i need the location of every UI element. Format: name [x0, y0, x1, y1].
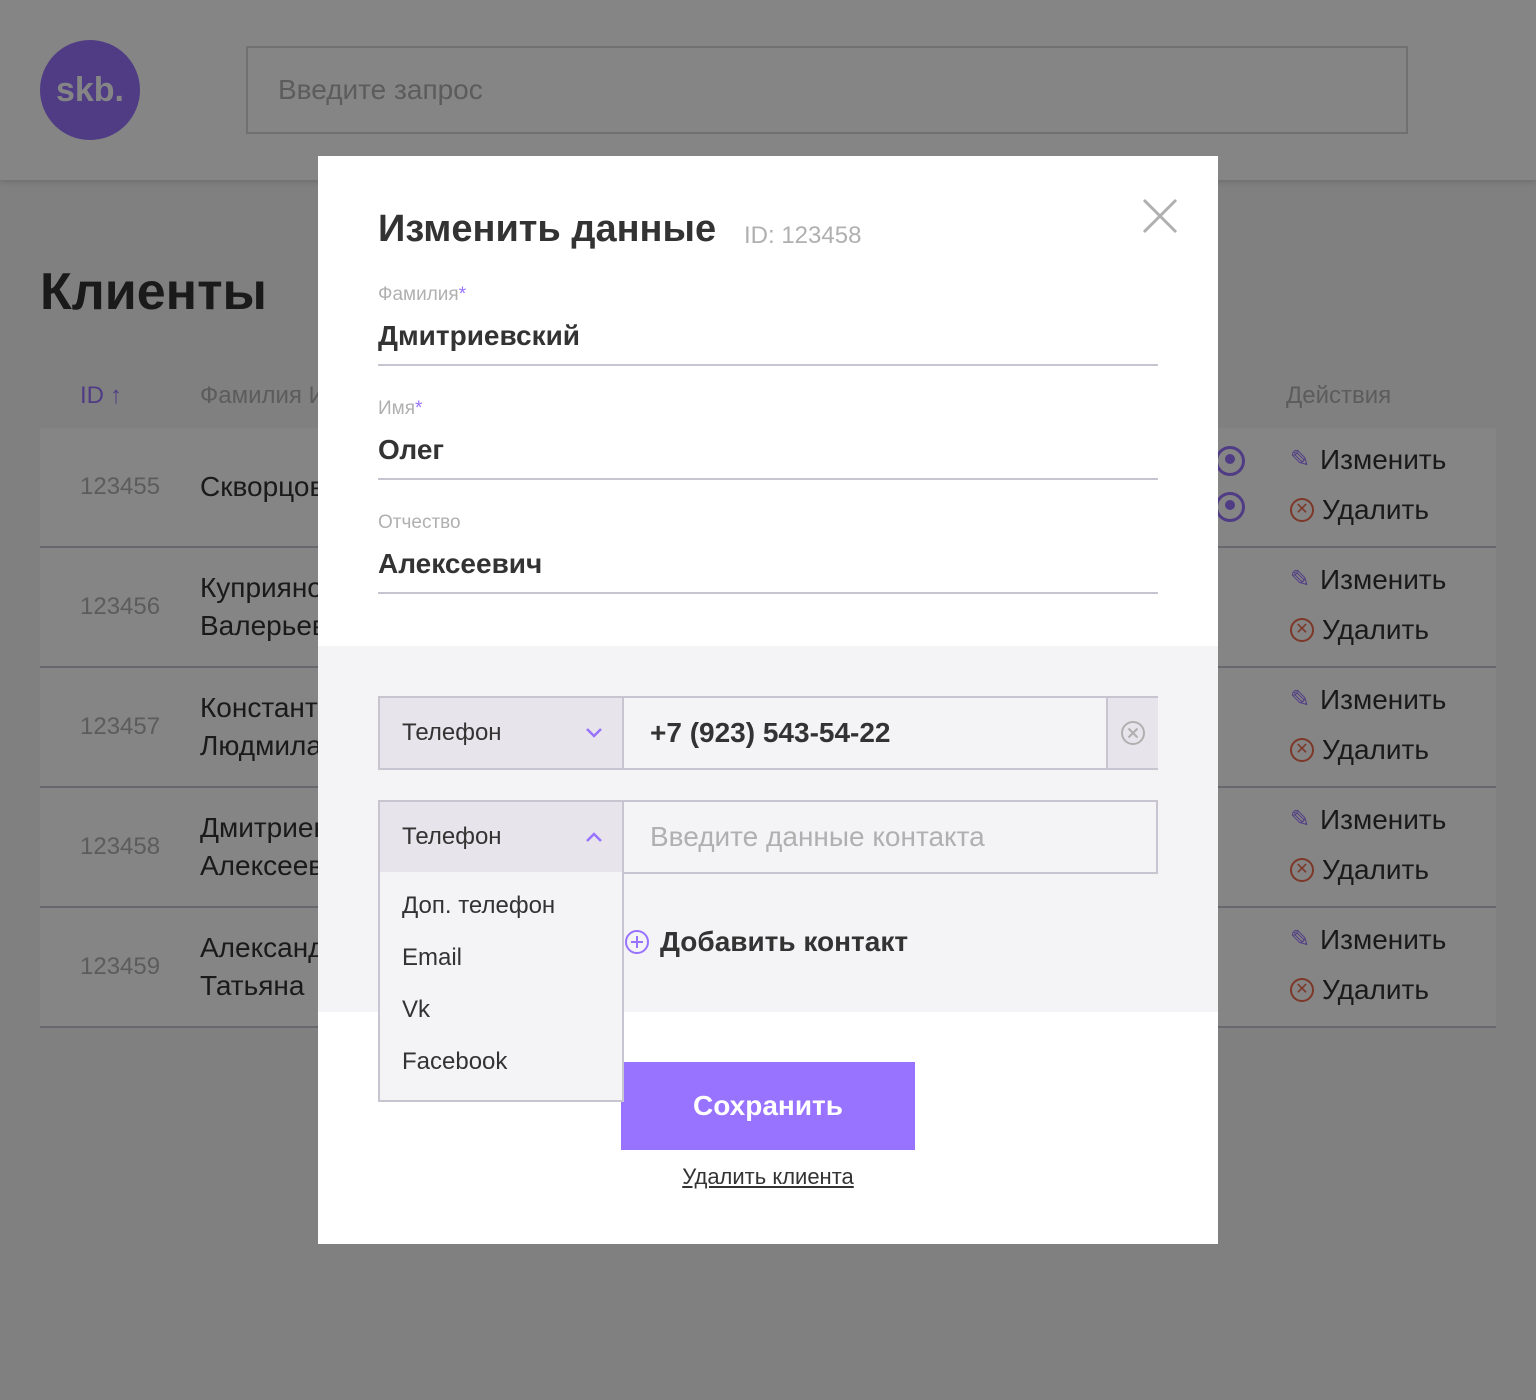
contact-type-select[interactable]: Телефон — [380, 802, 624, 872]
dropdown-option[interactable]: Email — [402, 944, 462, 972]
contact-type-select[interactable]: Телефон — [380, 698, 624, 768]
delete-contact-button[interactable] — [1106, 698, 1158, 768]
chevron-down-icon — [586, 728, 602, 738]
required-mark: * — [415, 398, 423, 419]
contact-value-input[interactable] — [626, 698, 1106, 768]
close-icon — [1142, 198, 1178, 234]
surname-label-text: Фамилия — [378, 284, 459, 305]
close-circle-icon — [1121, 721, 1145, 745]
name-label-text: Имя — [378, 398, 416, 419]
modal-client-id: ID: 123458 — [744, 222, 862, 249]
add-contact-button[interactable]: Добавить контакт — [624, 926, 908, 958]
name-input[interactable] — [378, 430, 1158, 470]
dropdown-option[interactable]: Facebook — [402, 1048, 507, 1076]
surname-label: Фамилия* — [378, 284, 466, 306]
contact-value-input[interactable] — [626, 802, 1156, 872]
name-label: Имя* — [378, 398, 422, 420]
surname-input[interactable] — [378, 316, 1158, 356]
contact-type-value: Телефон — [402, 823, 502, 850]
edit-client-modal: Изменить данные ID: 123458 Фамилия* Имя*… — [318, 156, 1218, 1244]
contact-type-value: Телефон — [402, 719, 502, 746]
patronymic-label-text: Отчество — [378, 512, 461, 533]
contact-row: Телефон — [378, 800, 1158, 874]
surname-field: Фамилия* — [378, 284, 1158, 366]
contact-type-dropdown: Доп. телефон Email Vk Facebook — [378, 872, 624, 1102]
contact-row: Телефон — [378, 696, 1158, 770]
modal-title: Изменить данные — [378, 208, 717, 250]
add-contact-label: Добавить контакт — [660, 926, 909, 957]
patronymic-label: Отчество — [378, 512, 461, 534]
dropdown-option[interactable]: Vk — [402, 996, 430, 1024]
save-button[interactable]: Сохранить — [621, 1062, 915, 1150]
patronymic-input[interactable] — [378, 544, 1158, 584]
name-field: Имя* — [378, 398, 1158, 480]
dropdown-option[interactable]: Доп. телефон — [402, 892, 555, 920]
close-modal-button[interactable] — [1140, 196, 1180, 236]
delete-client-link[interactable]: Удалить клиента — [318, 1164, 1218, 1190]
plus-circle-icon — [625, 930, 649, 954]
chevron-up-icon — [586, 832, 602, 842]
required-mark: * — [458, 284, 467, 305]
patronymic-field: Отчество — [378, 512, 1158, 594]
